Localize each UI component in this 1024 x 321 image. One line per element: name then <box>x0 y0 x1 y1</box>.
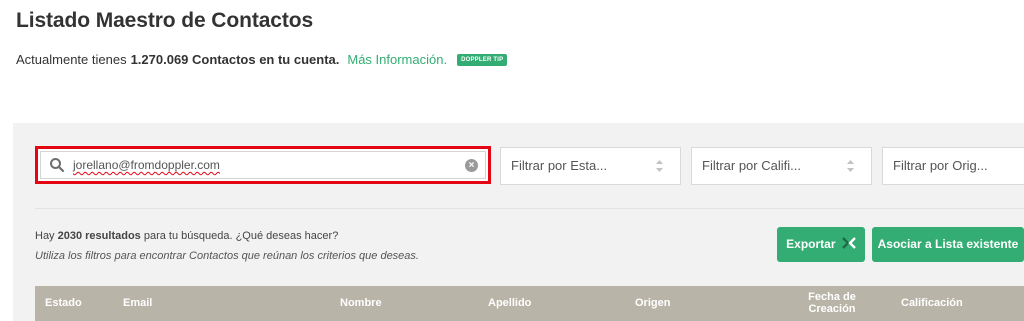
doppler-tip-badge[interactable]: DOPPLER TIP <box>457 53 508 66</box>
filter-origen-label: Filtrar por Orig... <box>893 158 988 173</box>
column-nombre[interactable]: Nombre <box>340 286 382 321</box>
filter-origen-select[interactable]: Filtrar por Orig... <box>882 147 1024 185</box>
sort-arrows-icon <box>847 160 854 172</box>
results-count: 2030 resultados <box>57 230 141 242</box>
column-origen[interactable]: Origen <box>635 286 670 321</box>
results-suffix: para tu búsqueda. ¿Qué deseas hacer? <box>143 230 339 242</box>
sort-arrows-icon <box>656 160 663 172</box>
filter-hint: Utiliza los filtros para encontrar Conta… <box>35 250 419 262</box>
divider <box>35 208 1024 209</box>
column-fecha-line1: Fecha de <box>808 291 856 303</box>
account-prefix: Actualmente tienes <box>16 52 127 67</box>
associate-list-button[interactable]: Asociar a Lista existente <box>872 227 1024 262</box>
search-highlight: jorellano@fromdoppler.com × <box>35 146 491 184</box>
column-email[interactable]: Email <box>123 286 152 321</box>
column-apellido[interactable]: Apellido <box>488 286 531 321</box>
export-label: Exportar <box>786 237 836 251</box>
more-info-link[interactable]: Más Información. <box>347 52 447 67</box>
clear-search-icon[interactable]: × <box>465 159 478 172</box>
search-input[interactable]: jorellano@fromdoppler.com <box>73 152 220 178</box>
export-button[interactable]: Exportar <box>777 227 865 262</box>
filter-calificacion-label: Filtrar por Califi... <box>702 158 801 173</box>
column-fecha-creacion[interactable]: Fecha de Creación <box>802 291 862 321</box>
table-header: Estado Email Nombre Apellido Origen Fech… <box>35 286 1024 321</box>
account-summary: Actualmente tienes 1.270.069 Contactos e… <box>16 52 508 67</box>
column-fecha-line2: Creación <box>808 303 856 315</box>
column-estado[interactable]: Estado <box>45 286 82 321</box>
contact-count: 1.270.069 Contactos en tu cuenta. <box>130 52 340 67</box>
search-box[interactable]: jorellano@fromdoppler.com × <box>40 151 486 179</box>
filter-estado-select[interactable]: Filtrar por Esta... <box>500 147 681 185</box>
contacts-panel: jorellano@fromdoppler.com × Filtrar por … <box>13 123 1024 321</box>
filter-estado-label: Filtrar por Esta... <box>511 158 608 173</box>
column-calificacion[interactable]: Calificación <box>901 286 963 321</box>
search-icon <box>50 158 65 173</box>
page-title: Listado Maestro de Contactos <box>16 9 314 32</box>
results-prefix: Hay <box>35 230 55 242</box>
excel-icon <box>841 237 856 250</box>
results-summary: Hay 2030 resultados para tu búsqueda. ¿Q… <box>35 230 338 242</box>
filter-calificacion-select[interactable]: Filtrar por Califi... <box>691 147 872 185</box>
